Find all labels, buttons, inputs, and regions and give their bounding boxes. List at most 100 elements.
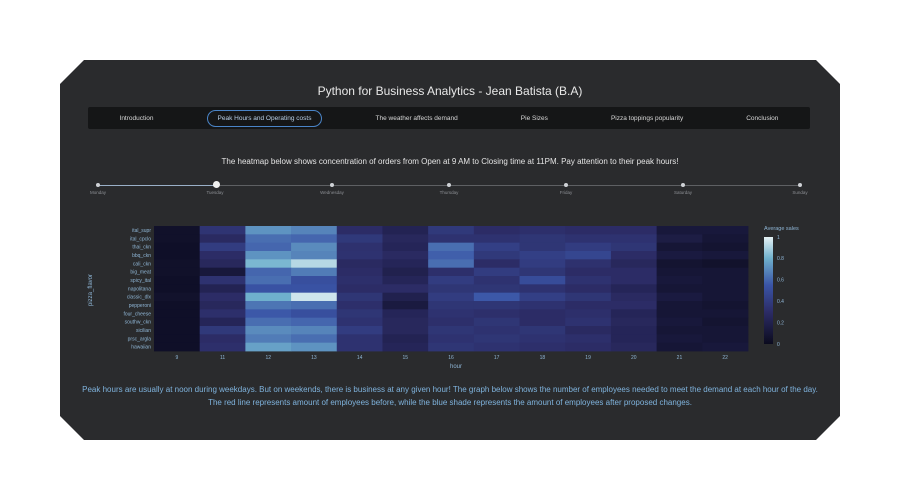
heatmap-cell[interactable] — [610, 317, 658, 327]
heatmap-cell[interactable] — [656, 242, 703, 252]
heatmap-cell[interactable] — [473, 292, 520, 302]
heatmap-cell[interactable] — [519, 317, 566, 327]
heatmap-cell[interactable] — [245, 259, 292, 269]
heatmap-cell[interactable] — [702, 309, 749, 319]
heatmap-cell[interactable] — [702, 301, 749, 310]
heatmap-cell[interactable] — [199, 309, 246, 319]
slider-handle[interactable] — [213, 181, 220, 188]
heatmap-cell[interactable] — [245, 309, 292, 319]
heatmap-cell[interactable] — [336, 301, 383, 310]
heatmap-cell[interactable] — [565, 251, 612, 260]
heatmap-cell[interactable] — [473, 259, 520, 269]
heatmap-cell[interactable] — [245, 326, 292, 335]
heatmap-cell[interactable] — [656, 284, 703, 294]
heatmap-cell[interactable] — [656, 234, 703, 244]
heatmap-cell[interactable] — [565, 301, 612, 310]
heatmap-cell[interactable] — [702, 242, 749, 252]
day-slider[interactable]: Monday Tuesday Wednesday Thursday Friday… — [90, 181, 808, 200]
heatmap-cell[interactable] — [610, 334, 658, 344]
heatmap-cell[interactable] — [428, 301, 475, 310]
heatmap-cell[interactable] — [245, 276, 292, 285]
heatmap-cell[interactable] — [336, 284, 383, 294]
heatmap-cell[interactable] — [702, 334, 749, 344]
slider-label-wednesday[interactable]: Wednesday — [320, 190, 344, 195]
slider-mark-thursday[interactable] — [447, 183, 451, 187]
heatmap-cell[interactable] — [565, 317, 612, 327]
heatmap-cell[interactable] — [336, 259, 383, 269]
heatmap-cell[interactable] — [199, 251, 246, 260]
heatmap-cell[interactable] — [610, 251, 658, 260]
heatmap-cell[interactable] — [154, 242, 201, 252]
heatmap-cell[interactable] — [199, 259, 246, 269]
heatmap-cell[interactable] — [336, 226, 383, 235]
heatmap-cell[interactable] — [382, 334, 429, 344]
heatmap-cell[interactable] — [154, 292, 201, 302]
heatmap-cell[interactable] — [565, 242, 612, 252]
heatmap-cell[interactable] — [519, 309, 566, 319]
heatmap-cell[interactable] — [154, 251, 201, 260]
heatmap-cell[interactable] — [565, 226, 612, 235]
heatmap-cell[interactable] — [656, 292, 703, 302]
heatmap-cell[interactable] — [656, 267, 703, 277]
slider-label-thursday[interactable]: Thursday — [440, 190, 459, 195]
heatmap-cell[interactable] — [473, 267, 520, 277]
heatmap-cell[interactable] — [154, 334, 201, 344]
heatmap-cell[interactable] — [519, 326, 566, 335]
heatmap-cell[interactable] — [336, 267, 383, 277]
heatmap-cell[interactable] — [154, 342, 201, 352]
heatmap-cell[interactable] — [382, 226, 429, 235]
heatmap-cell[interactable] — [519, 276, 566, 285]
heatmap-cell[interactable] — [702, 259, 749, 269]
heatmap-cell[interactable] — [245, 292, 292, 302]
tab-conclusion[interactable]: Conclusion — [736, 111, 788, 126]
slider-mark-wednesday[interactable] — [329, 183, 334, 187]
heatmap-cell[interactable] — [565, 267, 612, 277]
heatmap-cell[interactable] — [428, 226, 475, 235]
heatmap-cell[interactable] — [336, 326, 383, 335]
heatmap-cell[interactable] — [291, 292, 338, 302]
heatmap-cell[interactable] — [702, 342, 749, 352]
heatmap-cell[interactable] — [199, 317, 246, 327]
heatmap-cell[interactable] — [428, 242, 475, 252]
tab-pie-sizes[interactable]: Pie Sizes — [511, 111, 558, 126]
heatmap-cell[interactable] — [473, 242, 520, 252]
heatmap-cell[interactable] — [656, 334, 703, 344]
heatmap-cell[interactable] — [245, 317, 292, 327]
heatmap-cell[interactable] — [199, 301, 246, 310]
heatmap-cell[interactable] — [291, 234, 338, 244]
heatmap-cell[interactable] — [382, 234, 429, 244]
tab-introduction[interactable]: Introduction — [110, 111, 164, 126]
heatmap-cell[interactable] — [245, 267, 292, 277]
heatmap-cell[interactable] — [519, 226, 566, 235]
heatmap-cell[interactable] — [702, 276, 749, 285]
heatmap-cell[interactable] — [656, 259, 703, 269]
heatmap-cell[interactable] — [702, 292, 749, 302]
heatmap-cell[interactable] — [610, 309, 658, 319]
heatmap-cell[interactable] — [656, 342, 703, 352]
heatmap-cell[interactable] — [336, 342, 383, 352]
heatmap-cell[interactable] — [656, 251, 703, 260]
heatmap-cell[interactable] — [245, 242, 292, 252]
heatmap-cell[interactable] — [245, 226, 292, 235]
heatmap-cell[interactable] — [291, 284, 338, 294]
heatmap-cell[interactable] — [382, 309, 429, 319]
heatmap-cell[interactable] — [154, 259, 201, 269]
heatmap-cell[interactable] — [291, 226, 338, 235]
tab-peak-hours[interactable]: Peak Hours and Operating costs — [206, 109, 323, 127]
heatmap-cell[interactable] — [565, 259, 612, 269]
heatmap-cell[interactable] — [428, 334, 475, 344]
slider-label-friday[interactable]: Friday — [560, 190, 573, 195]
heatmap-cell[interactable] — [519, 292, 566, 302]
heatmap-cell[interactable] — [610, 276, 658, 285]
heatmap-cell[interactable] — [245, 284, 292, 294]
heatmap-cell[interactable] — [565, 309, 612, 319]
heatmap-cell[interactable] — [428, 259, 475, 269]
heatmap-cell[interactable] — [382, 342, 429, 352]
heatmap-cell[interactable] — [565, 334, 612, 344]
heatmap-cell[interactable] — [291, 251, 338, 260]
heatmap-cell[interactable] — [473, 309, 520, 319]
heatmap-cell[interactable] — [199, 292, 246, 302]
heatmap-cell[interactable] — [245, 334, 292, 344]
heatmap-cell[interactable] — [610, 242, 658, 252]
heatmap-cell[interactable] — [199, 326, 246, 335]
